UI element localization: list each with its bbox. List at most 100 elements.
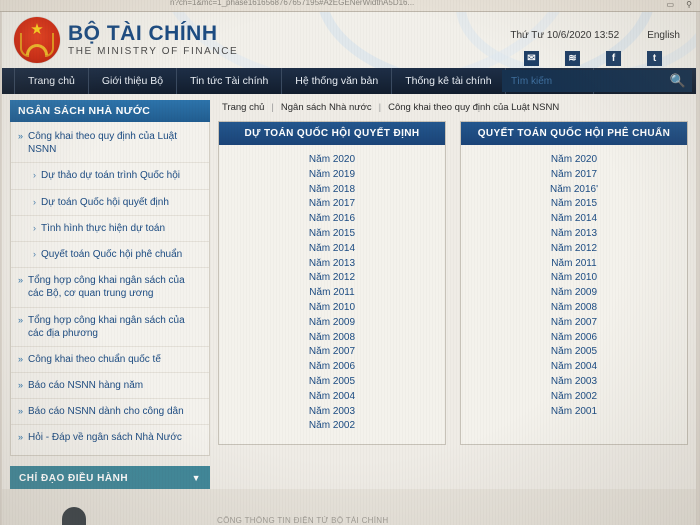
year-link[interactable]: Năm 2005	[219, 375, 445, 390]
browser-tab-strip: n?ch=1&mc=1_phase1616568767657195#AzEGEN…	[0, 0, 700, 12]
sidebar-item-du-toan-quoc-hoi-quyet-dinh[interactable]: › Dự toán Quốc hội quyết định	[11, 190, 209, 216]
year-link[interactable]: Năm 2007	[219, 345, 445, 360]
twitter-icon[interactable]: t	[647, 51, 662, 66]
bullet-icon: »	[18, 353, 24, 364]
breadcrumb-separator: |	[271, 102, 274, 113]
year-link[interactable]: Năm 2012	[219, 271, 445, 286]
accordion-chi-dao-dieu-hanh[interactable]: CHỈ ĐẠO ĐIỀU HÀNH ▼	[10, 465, 210, 491]
year-link[interactable]: Năm 2014	[461, 212, 687, 227]
breadcrumb: Trang chủ | Ngân sách Nhà nước | Công kh…	[218, 100, 688, 121]
sidebar-item-hoi-dap[interactable]: » Hỏi - Đáp về ngân sách Nhà Nước	[11, 425, 209, 450]
year-link[interactable]: Năm 2002	[219, 419, 445, 434]
year-link[interactable]: Năm 2011	[461, 257, 687, 272]
web-page: ★ BỘ TÀI CHÍNH THE MINISTRY OF FINANCE T…	[2, 12, 696, 525]
site-logo[interactable]: ★ BỘ TÀI CHÍNH THE MINISTRY OF FINANCE	[14, 17, 238, 63]
year-link[interactable]: Năm 2006	[461, 331, 687, 346]
year-link[interactable]: Năm 2013	[219, 257, 445, 272]
year-link[interactable]: Năm 2011	[219, 286, 445, 301]
search-input[interactable]	[502, 75, 664, 87]
panel-title: QUYẾT TOÁN QUỐC HỘI PHÊ CHUẨN	[461, 122, 687, 145]
chevron-down-icon: ▼	[191, 473, 201, 484]
social-links: ✉ ≋ f t	[510, 51, 662, 66]
year-link[interactable]: Năm 2012	[461, 242, 687, 257]
year-link[interactable]: Năm 2013	[461, 227, 687, 242]
panel-year-list: Năm 2020 Năm 2017 Năm 2016' Năm 2015 Năm…	[461, 145, 687, 429]
search-icon[interactable]: 🔍	[664, 73, 692, 89]
year-panels: DỰ TOÁN QUỐC HỘI QUYẾT ĐỊNH Năm 2020 Năm…	[218, 121, 688, 446]
year-link[interactable]: Năm 2020	[461, 153, 687, 168]
year-link[interactable]: Năm 2004	[461, 360, 687, 375]
panel-year-list: Năm 2020 Năm 2019 Năm 2018 Năm 2017 Năm …	[219, 145, 445, 444]
sidebar-item-chuan-quoc-te[interactable]: » Công khai theo chuẩn quốc tế	[11, 347, 209, 374]
year-link[interactable]: Năm 2018	[219, 183, 445, 198]
nav-item-gioi-thieu-bo[interactable]: Giới thiệu Bộ	[89, 68, 178, 94]
sidebar-item-label: Hỏi - Đáp về ngân sách Nhà Nước	[28, 432, 182, 444]
year-link[interactable]: Năm 2010	[461, 271, 687, 286]
year-link[interactable]: Năm 2010	[219, 301, 445, 316]
sidebar-item-quyet-toan-phe-chuan[interactable]: › Quyết toán Quốc hội phê chuẩn	[11, 242, 209, 269]
panel-du-toan-quoc-hoi-quyet-dinh: DỰ TOÁN QUỐC HỘI QUYẾT ĐỊNH Năm 2020 Năm…	[218, 121, 446, 446]
sidebar-item-bao-cao-hang-nam[interactable]: » Báo cáo NSNN hàng năm	[11, 373, 209, 400]
year-link[interactable]: Năm 2007	[461, 316, 687, 331]
sidebar-item-label: Công khai theo quy định của Luật NSNN	[28, 131, 178, 156]
year-link[interactable]: Năm 2003	[461, 375, 687, 390]
year-link[interactable]: Năm 2019	[219, 168, 445, 183]
year-link[interactable]: Năm 2015	[219, 227, 445, 242]
year-link[interactable]: Năm 2016'	[461, 183, 687, 198]
year-link[interactable]: Năm 2005	[461, 345, 687, 360]
year-link[interactable]: Năm 2002	[461, 390, 687, 405]
year-link[interactable]: Năm 2015	[461, 197, 687, 212]
year-link[interactable]: Năm 2009	[461, 286, 687, 301]
main-content: Trang chủ | Ngân sách Nhà nước | Công kh…	[218, 100, 688, 525]
year-link[interactable]: Năm 2009	[219, 316, 445, 331]
year-link[interactable]: Năm 2016	[219, 212, 445, 227]
email-icon[interactable]: ✉	[524, 51, 539, 66]
rss-icon[interactable]: ≋	[565, 51, 580, 66]
nav-item-thong-ke-tai-chinh[interactable]: Thống kê tài chính	[392, 68, 506, 94]
brand-title: BỘ TÀI CHÍNH	[68, 22, 218, 45]
year-link[interactable]: Năm 2006	[219, 360, 445, 375]
year-link[interactable]: Năm 2017	[219, 197, 445, 212]
browser-url-text: n?ch=1&mc=1_phase1616568767657195#AzEGEN…	[170, 0, 415, 7]
year-link[interactable]: Năm 2003	[219, 405, 445, 420]
footer-title: CỔNG THÔNG TIN ĐIỆN TỬ BỘ TÀI CHÍNH	[217, 516, 389, 525]
sidebar-item-du-thao-du-toan[interactable]: › Dự thảo dự toán trình Quốc hội	[11, 163, 209, 190]
header-right: Thứ Tư 10/6/2020 13:52 English ✉ ≋ f t	[510, 30, 680, 66]
dome-shape	[62, 507, 86, 525]
minimize-icon[interactable]: ▭	[666, 0, 674, 9]
main-navigation: Trang chủ Giới thiệu Bộ Tin tức Tài chín…	[2, 68, 696, 94]
language-link[interactable]: English	[647, 30, 680, 41]
site-footer: CỔNG THÔNG TIN ĐIỆN TỬ BỘ TÀI CHÍNH	[2, 489, 696, 525]
nav-item-he-thong-van-ban[interactable]: Hệ thống văn bản	[282, 68, 393, 94]
pin-icon[interactable]: ⚲	[686, 0, 692, 9]
sidebar-item-bao-cao-cong-dan[interactable]: » Báo cáo NSNN dành cho công dân	[11, 399, 209, 426]
year-link[interactable]: Năm 2004	[219, 390, 445, 405]
breadcrumb-item-ngan-sach[interactable]: Ngân sách Nhà nước	[281, 102, 372, 113]
year-link[interactable]: Năm 2001	[461, 405, 687, 420]
nav-item-tin-tuc-tai-chinh[interactable]: Tin tức Tài chính	[177, 68, 283, 94]
star-shape: ★	[30, 20, 44, 38]
bullet-icon: »	[18, 432, 24, 443]
sidebar-item-tinh-hinh-thuc-hien[interactable]: › Tình hình thực hiện dự toán	[11, 216, 209, 242]
sidebar-menu: » Công khai theo quy định của Luật NSNN …	[10, 122, 210, 456]
sidebar-item-label: Công khai theo chuẩn quốc tế	[28, 353, 161, 365]
year-link[interactable]: Năm 2008	[219, 331, 445, 346]
nav-item-trang-chu[interactable]: Trang chủ	[14, 68, 89, 94]
year-link[interactable]: Năm 2020	[219, 153, 445, 168]
sidebar-item-tong-hop-bo-nganh[interactable]: » Tổng hợp công khai ngân sách của các B…	[11, 268, 209, 308]
brand-text: BỘ TÀI CHÍNH THE MINISTRY OF FINANCE	[68, 23, 238, 57]
sidebar-item-cong-khai-luat-nsnn[interactable]: » Công khai theo quy định của Luật NSNN	[11, 124, 209, 164]
year-link[interactable]: Năm 2017	[461, 168, 687, 183]
panel-title: DỰ TOÁN QUỐC HỘI QUYẾT ĐỊNH	[219, 122, 445, 145]
chevron-right-icon: ›	[33, 170, 36, 181]
year-link[interactable]: Năm 2014	[219, 242, 445, 257]
bullet-icon: »	[18, 314, 24, 325]
facebook-icon[interactable]: f	[606, 51, 621, 66]
sidebar-item-tong-hop-dia-phuong[interactable]: » Tổng hợp công khai ngân sách của các đ…	[11, 308, 209, 347]
breadcrumb-separator: |	[378, 102, 382, 113]
year-link[interactable]: Năm 2008	[461, 301, 687, 316]
sidebar-item-label: Tổng hợp công khai ngân sách của các địa…	[28, 314, 185, 339]
breadcrumb-item-home[interactable]: Trang chủ	[222, 102, 264, 113]
chevron-right-icon: ›	[33, 196, 36, 207]
search-box[interactable]: 🔍	[502, 70, 692, 92]
